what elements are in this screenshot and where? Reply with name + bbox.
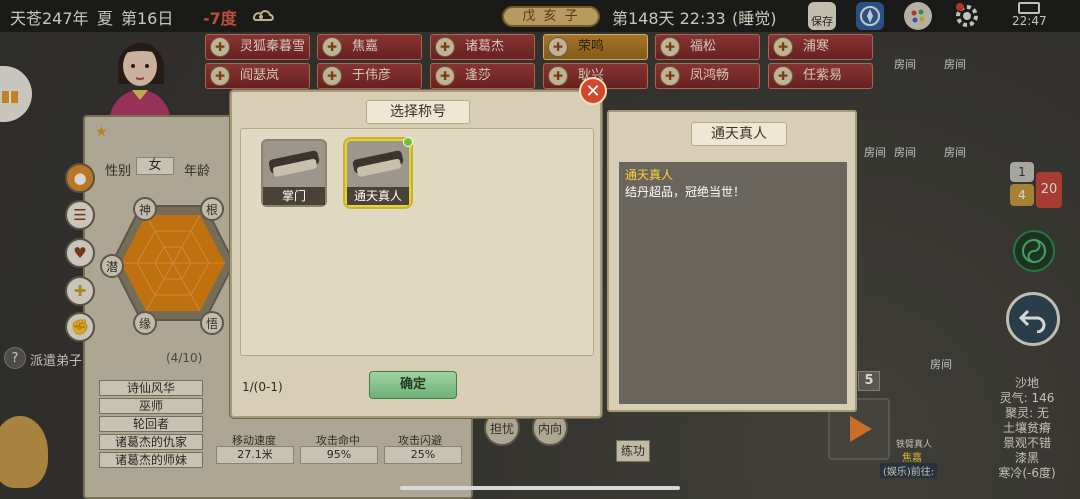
selected-check-icon: [403, 137, 413, 147]
selection-count: 1/(0-1): [242, 380, 283, 394]
title-grid: 掌门 通天真人: [240, 128, 594, 356]
title-card[interactable]: 通天真人: [345, 137, 413, 207]
detail-description: 结丹超品，冠绝当世！: [625, 185, 746, 199]
title-card-label: 掌门: [263, 187, 325, 205]
choose-title-dialog: 选择称号 掌门 通天真人: [230, 90, 602, 418]
title-card[interactable]: 掌门: [261, 139, 327, 207]
detail-body: 通天真人 结丹超品，冠绝当世！: [619, 162, 847, 404]
scroll-icon: [268, 150, 320, 177]
detail-header: 通天真人: [691, 122, 787, 146]
title-card-label: 通天真人: [347, 187, 409, 205]
close-icon[interactable]: ✕: [579, 77, 607, 105]
confirm-button[interactable]: 确定: [369, 371, 457, 399]
detail-title-name: 通天真人: [625, 168, 674, 182]
home-indicator[interactable]: [400, 486, 680, 490]
scroll-icon: [352, 150, 404, 177]
dialog-title: 选择称号: [366, 100, 470, 124]
title-detail-panel: 通天真人 通天真人 结丹超品，冠绝当世！: [607, 110, 857, 412]
